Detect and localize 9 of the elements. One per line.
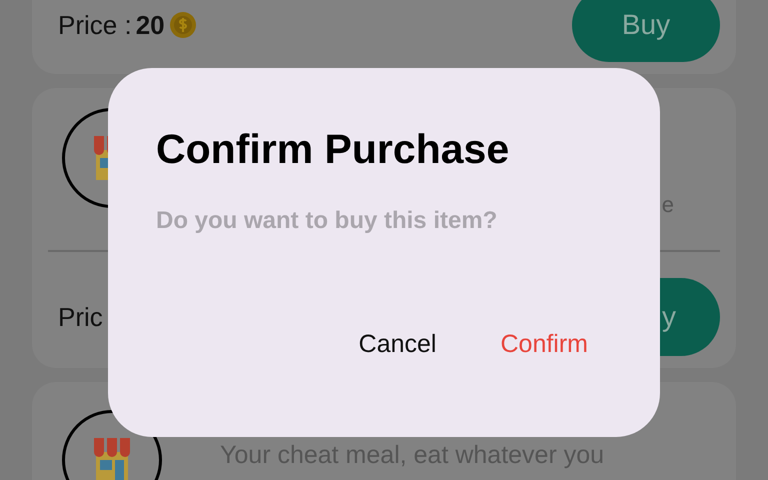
- dialog-title: Confirm Purchase: [156, 125, 510, 174]
- price-label: Price :: [58, 8, 132, 42]
- price-value: 20: [136, 8, 165, 42]
- dialog-message: Do you want to buy this item?: [156, 206, 498, 236]
- buy-button[interactable]: Buy: [572, 0, 720, 62]
- coin-icon: [168, 11, 197, 39]
- cancel-button[interactable]: Cancel: [358, 326, 436, 363]
- price-label: Pric: [58, 300, 103, 334]
- confirm-button[interactable]: Confirm: [500, 326, 588, 363]
